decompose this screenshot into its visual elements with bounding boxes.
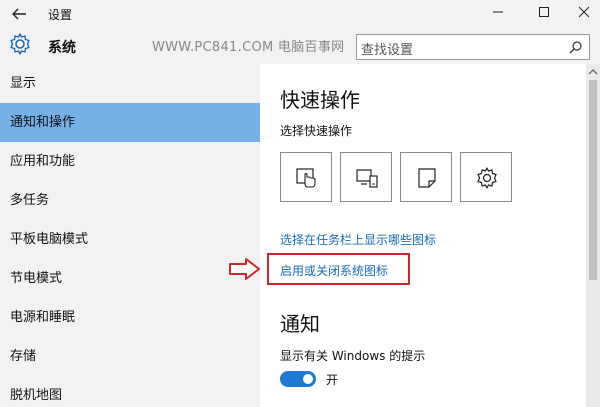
minimize-icon [493,11,503,13]
back-arrow-icon[interactable] [8,4,30,24]
sidebar-item-label: 应用和功能 [10,154,76,169]
sidebar-item-tablet-mode[interactable]: 平板电脑模式 [0,220,260,259]
close-icon [578,6,590,18]
quick-action-tile[interactable] [400,152,452,202]
system-icons-link[interactable]: 启用或关闭系统图标 [280,262,388,279]
tablet-mode-icon [296,168,316,188]
red-arrow-icon [229,258,260,280]
sidebar-item-multitasking[interactable]: 多任务 [0,181,260,220]
note-icon [418,168,436,188]
sidebar-item-display[interactable]: 显示 [0,64,260,103]
sidebar-item-battery-saver[interactable]: 节电模式 [0,259,260,298]
maximize-icon [539,7,549,17]
quick-action-tile[interactable] [340,152,392,202]
notifications-heading: 通知 [280,312,320,336]
settings-icon [477,167,497,189]
quick-action-tile[interactable] [280,152,332,202]
search-input[interactable]: 查找设置 [356,34,590,60]
connect-icon [356,169,378,188]
sidebar-item-label: 节电模式 [10,271,63,286]
page-header: 系统 WWW.PC841.COM 电脑百事网 查找设置 [0,28,600,64]
sidebar-item-notifications[interactable]: 通知和操作 [0,103,260,142]
search-placeholder: 查找设置 [361,43,414,58]
scroll-up-icon[interactable] [588,68,598,76]
window-title: 设置 [48,8,73,22]
minimize-button[interactable] [484,2,512,24]
system-gear-icon [8,32,32,56]
watermark-text: WWW.PC841.COM 电脑百事网 [152,40,345,55]
search-icon[interactable] [569,40,583,54]
quick-actions-subtitle: 选择快速操作 [280,124,353,138]
maximize-button[interactable] [530,2,558,24]
sidebar-item-label: 多任务 [10,193,50,208]
sidebar-item-storage[interactable]: 存储 [0,337,260,376]
toggle-state-label: 开 [326,373,339,387]
sidebar-item-label: 脱机地图 [10,388,63,403]
taskbar-icons-link[interactable]: 选择在任务栏上显示哪些图标 [280,231,436,248]
windows-tips-label: 显示有关 Windows 的提示 [280,349,426,363]
sidebar-item-label: 显示 [10,76,37,91]
title-bar: 设置 [0,0,600,28]
sidebar-item-label: 电源和睡眠 [10,310,76,325]
sidebar-item-power-sleep[interactable]: 电源和睡眠 [0,298,260,337]
sidebar-item-label: 通知和操作 [10,115,76,130]
windows-tips-toggle[interactable] [280,371,316,387]
sidebar-item-label: 存储 [10,349,37,364]
sidebar-item-offline-maps[interactable]: 脱机地图 [0,376,260,407]
sidebar-item-label: 平板电脑模式 [10,232,89,247]
sidebar-item-apps[interactable]: 应用和功能 [0,142,260,181]
section-title: 系统 [48,40,76,56]
close-button[interactable] [570,2,598,24]
toggle-knob [303,374,313,384]
scroll-thumb[interactable] [589,80,597,280]
main-content: 快速操作 选择快速操作 选择在任务栏上显示哪些图标 启用或关闭系统图标 通知 显… [260,64,586,407]
quick-action-tile[interactable] [460,152,512,202]
sidebar: 显示 通知和操作 应用和功能 多任务 平板电脑模式 节电模式 电源和睡眠 存储 … [0,64,260,407]
scrollbar[interactable] [586,64,600,407]
quick-actions-heading: 快速操作 [280,88,360,112]
